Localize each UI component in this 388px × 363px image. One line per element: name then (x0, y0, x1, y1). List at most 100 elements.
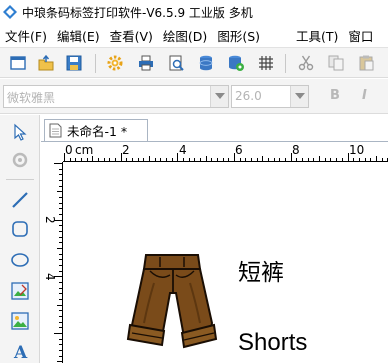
ruler-tick (59, 355, 62, 357)
ruler-tick (59, 214, 62, 216)
print-icon[interactable] (137, 54, 155, 72)
menu-draw[interactable]: 绘图(D) (158, 26, 212, 45)
vertical-ruler: 2 4 (41, 162, 63, 363)
ruler-tick (59, 270, 62, 272)
label-text-chinese[interactable]: 短裤 (238, 253, 284, 287)
ruler-tick (81, 158, 82, 161)
document-icon (49, 123, 62, 138)
ruler-tick (59, 225, 62, 227)
ellipse-tool-icon[interactable] (10, 250, 30, 270)
ruler-tick (353, 158, 355, 161)
menu-file[interactable]: 文件(F) (0, 26, 52, 45)
ruler-tick (375, 156, 377, 161)
ruler-tick (154, 158, 156, 161)
label-text-english[interactable]: Shorts (238, 329, 307, 357)
menu-tools[interactable]: 工具(T) (291, 26, 343, 45)
ruler-tick (330, 158, 332, 161)
ruler-tick (279, 158, 281, 161)
database-settings-icon[interactable] (227, 54, 245, 72)
menu-shape[interactable]: 图形(S) (212, 26, 265, 45)
ruler-tick (307, 158, 309, 161)
paste-icon[interactable] (357, 54, 375, 72)
settings-gear-icon[interactable] (106, 54, 124, 72)
ruler-tick (290, 153, 292, 161)
ruler-tick (57, 304, 62, 306)
ruler-tick (59, 293, 62, 295)
ruler-tick (59, 321, 62, 323)
ruler-tick (109, 158, 111, 161)
ruler-tick (188, 158, 190, 161)
image-tool-icon[interactable] (10, 311, 30, 331)
ruler-tick (296, 158, 298, 161)
ruler-tick (59, 350, 62, 352)
window-title: 中琅条码标签打印软件-V6.5.9 工业版 多机 (22, 5, 253, 20)
ruler-tick (132, 158, 134, 161)
database-icon[interactable] (197, 54, 215, 72)
ruler-tick (211, 158, 213, 161)
new-icon[interactable] (9, 54, 27, 72)
ruler-tick (200, 158, 202, 161)
ruler-tick (341, 158, 343, 161)
select-pointer-icon[interactable] (10, 122, 30, 142)
ruler-tick (59, 316, 62, 318)
document-tab[interactable]: 未命名-1 * (44, 119, 148, 141)
cut-icon[interactable] (297, 54, 315, 72)
ruler-tick (268, 158, 270, 161)
open-icon[interactable] (37, 54, 55, 72)
label-canvas[interactable]: 短裤 Shorts (64, 163, 388, 363)
font-size-select[interactable]: 26.0 (231, 85, 309, 108)
ruler-tick (54, 333, 62, 335)
ruler-tick (166, 158, 168, 161)
ruler-tick (370, 158, 372, 161)
svg-text:A: A (13, 343, 28, 361)
menu-edit[interactable]: 编辑(E) (52, 26, 105, 45)
print-preview-icon[interactable] (167, 54, 185, 72)
ruler-tick (59, 185, 62, 187)
ruler-tick (59, 174, 62, 176)
ruler-tick (228, 158, 230, 161)
ruler-tick (59, 299, 62, 301)
ruler-tick (149, 156, 151, 161)
ruler-tick (273, 158, 275, 161)
document-tab-label: 未命名-1 * (67, 124, 128, 139)
save-icon[interactable] (65, 54, 83, 72)
ruler-tick (285, 158, 287, 161)
ruler-tick (251, 158, 253, 161)
ruler-tick (336, 158, 338, 161)
menu-view[interactable]: 查看(V) (105, 26, 158, 45)
ruler-tick (319, 156, 321, 161)
bold-button[interactable]: B (330, 88, 340, 103)
copy-icon[interactable] (327, 54, 345, 72)
shorts-image[interactable] (124, 253, 220, 353)
ruler-tick (59, 253, 62, 255)
ruler-number: 4 (179, 143, 187, 157)
ruler-tick (59, 202, 62, 204)
line-tool-icon[interactable] (10, 190, 30, 210)
ruler-number: 2 (122, 143, 130, 157)
ruler-tick (59, 282, 62, 284)
ruler-tick (92, 156, 94, 161)
font-family-value: 微软雅黑 (7, 91, 56, 105)
ruler-tick (239, 158, 241, 161)
ruler-tick (194, 158, 196, 161)
ruler-tick (205, 156, 207, 161)
rotate-icon[interactable] (10, 150, 30, 170)
app-logo-icon (3, 5, 17, 19)
image-edit-tool-icon[interactable] (10, 281, 30, 301)
ruler-tick (59, 231, 62, 233)
menu-window[interactable]: 窗口 (343, 26, 378, 45)
font-family-select[interactable]: 微软雅黑 (3, 85, 229, 108)
rounded-rectangle-tool-icon[interactable] (10, 219, 30, 239)
grid-icon[interactable] (257, 54, 275, 72)
italic-button[interactable]: I (362, 88, 367, 103)
text-tool-icon[interactable]: A (10, 341, 30, 361)
horizontal-ruler: 0 cm 2 4 6 8 10 (63, 144, 388, 162)
ruler-tick (171, 158, 173, 161)
ruler-number: 10 (349, 143, 365, 157)
ruler-tick (59, 242, 62, 244)
font-family-dropdown-button[interactable] (210, 86, 228, 107)
font-size-dropdown-button[interactable] (290, 86, 308, 107)
ruler-tick (234, 153, 236, 161)
ruler-unit: cm (75, 143, 94, 157)
ruler-tick (59, 327, 62, 329)
